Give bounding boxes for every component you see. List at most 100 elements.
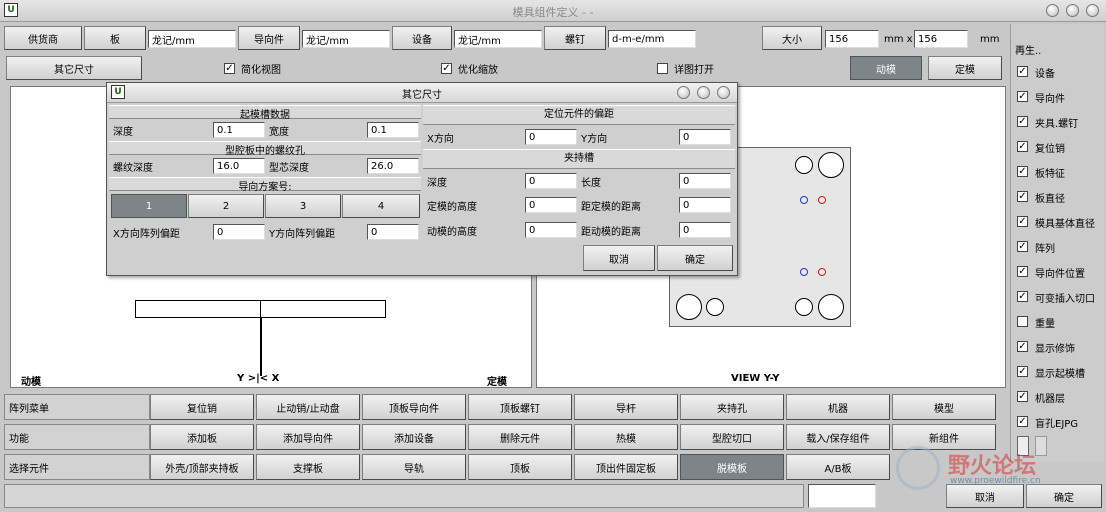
screw-supplier-field[interactable]: d-m-e/mm <box>608 30 696 48</box>
minimize-icon[interactable] <box>1046 4 1059 17</box>
bottom-row2-button-1[interactable]: 添加导向件 <box>256 424 360 450</box>
board-button[interactable]: 板 <box>84 26 146 50</box>
x-offset-field[interactable]: 0 <box>213 224 265 240</box>
scheme-2-button[interactable]: 2 <box>188 194 264 218</box>
status-field <box>808 484 876 508</box>
size-height-field[interactable]: 156 <box>914 30 968 48</box>
regen-checkbox-10[interactable] <box>1017 316 1028 327</box>
other-size-button[interactable]: 其它尺寸 <box>6 56 142 80</box>
bottom-row3-button-5[interactable]: 脱模板 <box>680 454 784 480</box>
regen-checkbox-6[interactable]: ✓ <box>1017 216 1028 227</box>
thread-depth-field[interactable]: 16.0 <box>213 158 265 174</box>
dialog-cancel-button[interactable]: 取消 <box>583 245 655 271</box>
guide-button[interactable]: 导向件 <box>238 26 300 50</box>
clamp-length-field[interactable]: 0 <box>679 173 731 189</box>
regen-checkbox-5[interactable]: ✓ <box>1017 191 1028 202</box>
fixed-distance-label: 距定模的距离 <box>581 201 641 213</box>
bottom-row1-button-6[interactable]: 机器 <box>786 394 890 420</box>
regen-checkbox-4[interactable]: ✓ <box>1017 166 1028 177</box>
fixed-distance-field[interactable]: 0 <box>679 197 731 213</box>
regen-checkbox-12[interactable]: ✓ <box>1017 366 1028 377</box>
moving-half-button[interactable]: 动模 <box>850 56 922 80</box>
bottom-row3-button-2[interactable]: 导轨 <box>362 454 466 480</box>
regen-checkbox-1[interactable]: ✓ <box>1017 91 1028 102</box>
simplify-view-checkbox[interactable]: ✓ <box>224 63 235 74</box>
bottom-row2-button-3[interactable]: 删除元件 <box>468 424 572 450</box>
bottom-row2-button-6[interactable]: 载入/保存组件 <box>786 424 890 450</box>
scheme-1-button[interactable]: 1 <box>111 194 187 218</box>
center-axis-line <box>260 318 262 376</box>
bottom-row3-button-3[interactable]: 顶板 <box>468 454 572 480</box>
regen-checkbox-8[interactable]: ✓ <box>1017 266 1028 277</box>
regen-checkbox-0[interactable]: ✓ <box>1017 66 1028 77</box>
regen-checkbox-7[interactable]: ✓ <box>1017 241 1028 252</box>
regen-checkbox-11[interactable]: ✓ <box>1017 341 1028 352</box>
regen-checkbox-3[interactable]: ✓ <box>1017 141 1028 152</box>
bottom-row1-button-7[interactable]: 模型 <box>892 394 996 420</box>
bottom-row1-button-2[interactable]: 顶板导向件 <box>362 394 466 420</box>
detail-open-checkbox[interactable] <box>657 63 668 74</box>
optimize-zoom-checkbox[interactable]: ✓ <box>441 63 452 74</box>
scheme-3-button[interactable]: 3 <box>265 194 341 218</box>
guide-supplier-field[interactable]: 龙记/mm <box>302 30 390 48</box>
size-button[interactable]: 大小 <box>762 26 822 50</box>
simplify-view-label: 简化视图 <box>241 64 281 76</box>
bottom-row2-button-4[interactable]: 热模 <box>574 424 678 450</box>
bottom-row2-button-5[interactable]: 型腔切口 <box>680 424 784 450</box>
fixed-height-label: 定模的高度 <box>427 201 477 213</box>
x-direction-field[interactable]: 0 <box>525 129 577 145</box>
screw-button[interactable]: 螺钉 <box>544 26 606 50</box>
bottom-row1-button-0[interactable]: 复位销 <box>150 394 254 420</box>
width-field[interactable]: 0.1 <box>367 122 419 138</box>
equipment-supplier-field[interactable]: 龙记/mm <box>454 30 542 48</box>
bottom-row1-button-3[interactable]: 顶板螺钉 <box>468 394 572 420</box>
clamp-slot-header: 夹持槽 <box>423 149 735 169</box>
moving-distance-field[interactable]: 0 <box>679 222 731 238</box>
main-ok-button[interactable]: 确定 <box>1026 484 1102 508</box>
regen-item-label: 导向件 <box>1035 93 1065 105</box>
bottom-row3-button-0[interactable]: 外壳/顶部夹持板 <box>150 454 254 480</box>
bottom-row1-button-4[interactable]: 导杆 <box>574 394 678 420</box>
regen-header: 再生.. <box>1015 46 1042 57</box>
regen-checkbox-9[interactable]: ✓ <box>1017 291 1028 302</box>
bottom-row2-button-7[interactable]: 新组件 <box>892 424 996 450</box>
supplier-button[interactable]: 供货商 <box>4 26 82 50</box>
scroll-down-handle[interactable] <box>1035 436 1047 456</box>
canvas-label-axis: Y >|< X <box>237 373 280 384</box>
board-supplier-field[interactable]: 龙记/mm <box>148 30 236 48</box>
bottom-row3-button-6[interactable]: A/B板 <box>786 454 890 480</box>
depth-field[interactable]: 0.1 <box>213 122 265 138</box>
moving-height-field[interactable]: 0 <box>525 222 577 238</box>
maximize-icon[interactable] <box>1066 4 1079 17</box>
y-offset-field[interactable]: 0 <box>367 224 419 240</box>
regen-item-label: 板直径 <box>1035 193 1065 205</box>
regen-checkbox-2[interactable]: ✓ <box>1017 116 1028 127</box>
dialog-ok-button[interactable]: 确定 <box>657 245 733 271</box>
depth-label: 深度 <box>113 126 133 138</box>
bottom-row2-button-2[interactable]: 添加设备 <box>362 424 466 450</box>
regen-item-label: 可变插入切口 <box>1035 293 1095 305</box>
regen-item-label: 设备 <box>1035 68 1055 80</box>
equipment-button[interactable]: 设备 <box>392 26 452 50</box>
bottom-row1-button-5[interactable]: 夹持孔 <box>680 394 784 420</box>
regen-item-label: 导向件位置 <box>1035 268 1085 280</box>
dialog-maximize-icon[interactable] <box>697 86 710 99</box>
dialog-minimize-icon[interactable] <box>677 86 690 99</box>
main-cancel-button[interactable]: 取消 <box>946 484 1024 508</box>
bottom-row3-button-1[interactable]: 支撑板 <box>256 454 360 480</box>
fixed-half-button[interactable]: 定模 <box>928 56 1002 80</box>
close-icon[interactable] <box>1086 4 1099 17</box>
regen-item-label: 复位销 <box>1035 143 1065 155</box>
bottom-row1-button-1[interactable]: 止动销/止动盘 <box>256 394 360 420</box>
bottom-row3-button-4[interactable]: 顶出件固定板 <box>574 454 678 480</box>
y-direction-field[interactable]: 0 <box>679 129 731 145</box>
bottom-row2-button-0[interactable]: 添加板 <box>150 424 254 450</box>
fixed-height-field[interactable]: 0 <box>525 197 577 213</box>
size-width-field[interactable]: 156 <box>825 30 879 48</box>
regen-checkbox-13[interactable]: ✓ <box>1017 391 1028 402</box>
scheme-4-button[interactable]: 4 <box>342 194 420 218</box>
dialog-close-icon[interactable] <box>717 86 730 99</box>
regen-checkbox-14[interactable]: ✓ <box>1017 416 1028 427</box>
clamp-depth-field[interactable]: 0 <box>525 173 577 189</box>
core-depth-field[interactable]: 26.0 <box>367 158 419 174</box>
